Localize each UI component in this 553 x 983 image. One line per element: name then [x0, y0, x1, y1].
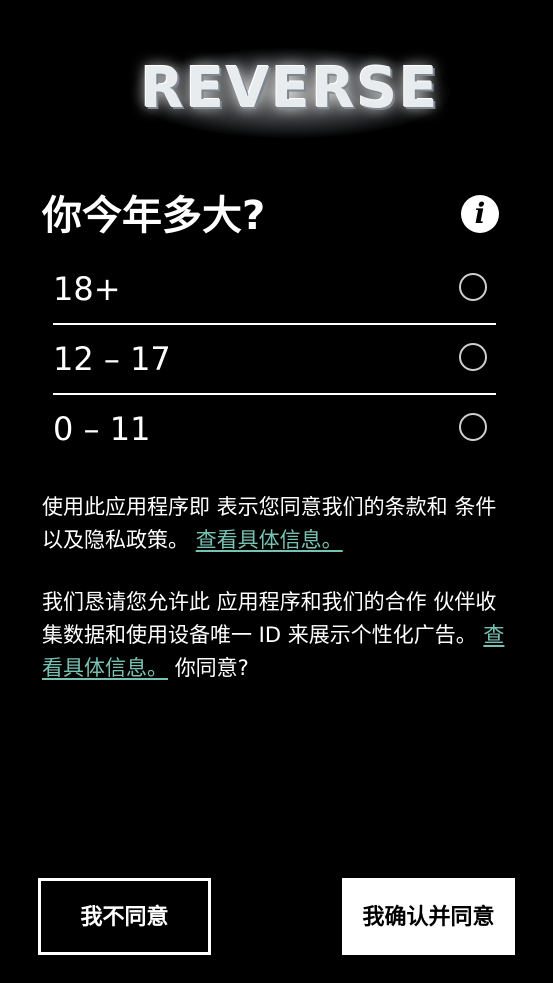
age-option-label: 18+ [53, 270, 121, 308]
age-option-0-11[interactable]: 0 – 11 [53, 395, 496, 463]
ads-consent-paragraph: 我们恳请您允许此 应用程序和我们的合作 伙伴收集数据和使用设备唯一 ID 来展示… [42, 586, 512, 685]
info-icon[interactable]: i [461, 195, 499, 233]
age-option-18-plus[interactable]: 18+ [53, 255, 496, 325]
ads-question: 你同意? [174, 656, 249, 680]
accept-button[interactable]: 我确认并同意 [342, 878, 515, 955]
age-option-label: 12 – 17 [53, 340, 171, 378]
terms-details-link[interactable]: 查看具体信息。 [196, 528, 343, 552]
radio-button[interactable] [459, 343, 487, 371]
age-option-label: 0 – 11 [53, 410, 151, 448]
ads-text: 我们恳请您允许此 应用程序和我们的合作 伙伴收集数据和使用设备唯一 ID 来展示… [42, 590, 497, 647]
radio-button[interactable] [459, 273, 487, 301]
age-question-title: 你今年多大? [42, 193, 266, 239]
decline-button[interactable]: 我不同意 [38, 878, 211, 955]
radio-button[interactable] [459, 413, 487, 441]
app-logo: REVERSE [120, 38, 460, 148]
age-options-list: 18+ 12 – 17 0 – 11 [53, 255, 496, 463]
age-option-12-17[interactable]: 12 – 17 [53, 325, 496, 395]
logo-text: REVERSE [140, 56, 440, 121]
terms-paragraph: 使用此应用程序即 表示您同意我们的条款和 条件以及隐私政策。 查看具体信息。 [42, 491, 512, 557]
